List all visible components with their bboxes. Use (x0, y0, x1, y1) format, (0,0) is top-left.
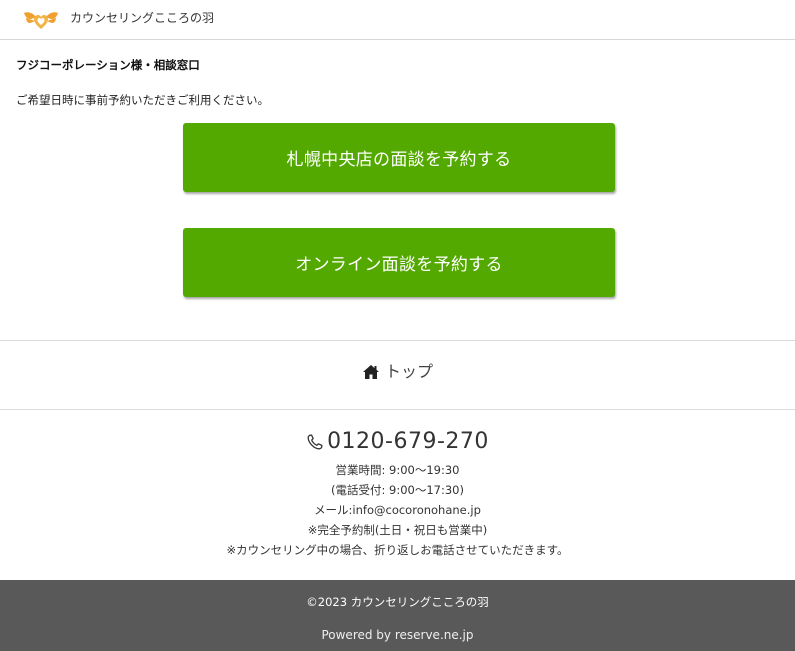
phone-contact[interactable]: 0120-679-270 (0, 428, 795, 456)
home-icon (362, 365, 379, 379)
email-contact[interactable]: メール:info@cocoronohane.jp (0, 502, 795, 518)
powered-by-link[interactable]: Powered by reserve.ne.jp (0, 627, 795, 643)
site-footer: ©2023 カウンセリングこころの羽 Powered by reserve.ne… (0, 580, 795, 651)
phone-hours: (電話受付: 9:00〜17:30) (331, 483, 464, 497)
phone-number[interactable]: 0120-679-270 (327, 428, 489, 456)
divider (0, 340, 795, 341)
site-header: カウンセリングこころの羽 (0, 0, 795, 40)
reservation-note: ※完全予約制(土日・祝日も営業中) (307, 523, 488, 537)
divider (0, 409, 795, 410)
reserve-online-button[interactable]: オンライン面談を予約する (183, 228, 615, 297)
winged-heart-logo-icon[interactable] (22, 7, 60, 31)
top-link-label: トップ (384, 362, 433, 381)
top-link[interactable]: トップ (0, 362, 795, 382)
page-title: フジコーポレーション様・相談窓口 (16, 58, 200, 72)
instruction-text: ご希望日時に事前予約いただきご利用ください。 (16, 93, 269, 107)
business-hours: 営業時間: 9:00〜19:30 (335, 463, 460, 477)
callback-note: ※カウンセリング中の場合、折り返しお電話させていただきます。 (226, 543, 569, 557)
brand-name[interactable]: カウンセリングこころの羽 (70, 10, 214, 26)
phone-icon (307, 434, 323, 450)
reserve-sapporo-button[interactable]: 札幌中央店の面談を予約する (183, 123, 615, 192)
copyright: ©2023 カウンセリングこころの羽 (306, 595, 489, 609)
